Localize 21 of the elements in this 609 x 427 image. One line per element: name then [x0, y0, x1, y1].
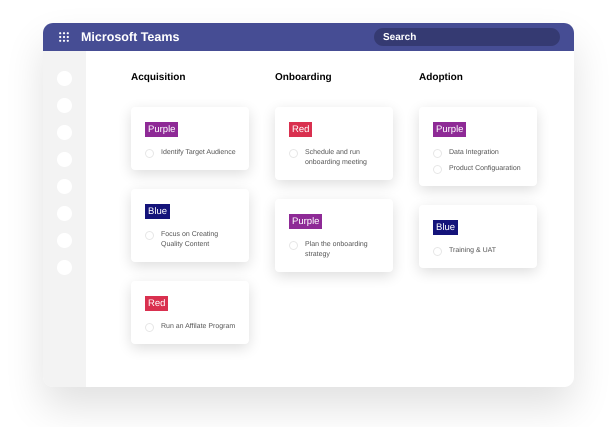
window-title: Microsoft Teams	[81, 28, 180, 46]
app-grid-icon[interactable]	[59, 32, 69, 42]
task-checkbox[interactable]	[433, 149, 442, 158]
label-tag: Red	[145, 296, 168, 311]
label-tag: Blue	[145, 204, 170, 219]
column-title: Acquisition	[131, 71, 186, 85]
label-tag: Purple	[433, 122, 466, 137]
task-checkbox[interactable]	[433, 165, 442, 174]
label-tag: Purple	[145, 122, 178, 137]
task-checkbox[interactable]	[145, 149, 154, 158]
column-title: Onboarding	[275, 71, 333, 85]
task-checkbox[interactable]	[145, 231, 154, 240]
task-checkbox[interactable]	[289, 149, 298, 158]
label-tag: Red	[289, 122, 312, 137]
task-checkbox[interactable]	[433, 247, 442, 256]
task-checkbox[interactable]	[289, 241, 298, 250]
label-tag: Purple	[289, 214, 322, 229]
column-title: Adoption	[419, 71, 464, 85]
task-checkbox[interactable]	[145, 323, 154, 332]
label-tag: Blue	[433, 220, 458, 235]
search-field[interactable]: Search	[374, 28, 560, 46]
